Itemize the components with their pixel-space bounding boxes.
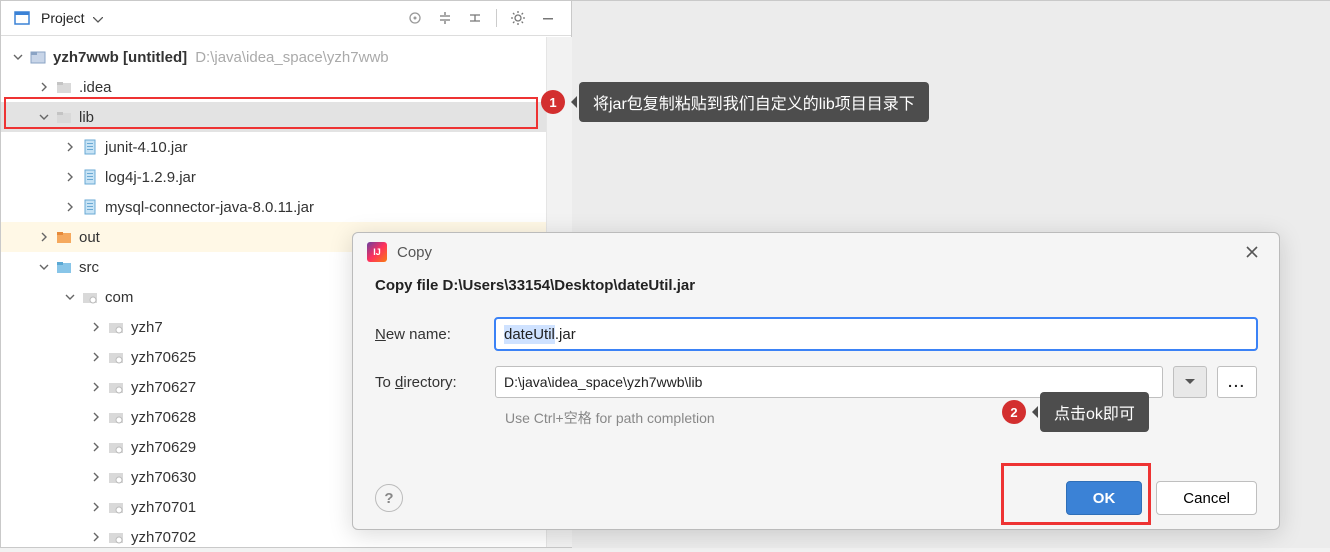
chevron-right-icon[interactable]	[89, 410, 103, 424]
dialog-titlebar[interactable]: IJ Copy	[353, 233, 1279, 271]
tree-item-jar[interactable]: log4j-1.2.9.jar	[1, 162, 571, 192]
minimize-icon[interactable]	[535, 5, 561, 31]
to-directory-value: D:\java\idea_space\yzh7wwb\lib	[504, 374, 702, 390]
copy-dialog: IJ Copy Copy file D:\Users\33154\Desktop…	[352, 232, 1280, 530]
package-icon	[107, 378, 125, 396]
tree-label: com	[105, 289, 133, 306]
src-folder-icon	[55, 258, 73, 276]
intellij-icon: IJ	[367, 242, 387, 262]
folder-icon	[55, 78, 73, 96]
jar-icon	[81, 168, 99, 186]
callout-tip-2: 点击ok即可	[1040, 392, 1149, 432]
gear-icon[interactable]	[505, 5, 531, 31]
history-dropdown-button[interactable]	[1173, 366, 1207, 398]
chevron-right-icon[interactable]	[37, 230, 51, 244]
package-icon	[107, 348, 125, 366]
package-icon	[107, 528, 125, 546]
tree-item-jar[interactable]: mysql-connector-java-8.0.11.jar	[1, 192, 571, 222]
chevron-down-icon[interactable]	[37, 260, 51, 274]
callout-tip-1: 将jar包复制粘贴到我们自定义的lib项目目录下	[579, 82, 929, 122]
tree-label: yzh70627	[131, 379, 196, 396]
tree-label: .idea	[79, 79, 112, 96]
tree-item-idea[interactable]: .idea	[1, 72, 571, 102]
browse-button[interactable]: ...	[1217, 366, 1257, 398]
package-icon	[107, 318, 125, 336]
new-name-ext: .jar	[555, 326, 576, 343]
tree-label: yzh70629	[131, 439, 196, 456]
project-header: Project	[1, 1, 571, 36]
root-tag: [untitled]	[123, 49, 187, 66]
chevron-right-icon[interactable]	[89, 350, 103, 364]
chevron-right-icon[interactable]	[63, 200, 77, 214]
chevron-right-icon[interactable]	[63, 140, 77, 154]
dialog-title: Copy	[397, 244, 432, 261]
callout-badge-2: 2	[1002, 400, 1026, 424]
out-folder-icon	[55, 228, 73, 246]
tree-label: yzh70702	[131, 529, 196, 546]
package-icon	[107, 468, 125, 486]
chevron-right-icon[interactable]	[89, 440, 103, 454]
jar-icon	[81, 138, 99, 156]
tree-label: junit-4.10.jar	[105, 139, 188, 156]
folder-icon	[55, 108, 73, 126]
chevron-right-icon[interactable]	[89, 500, 103, 514]
chevron-down-icon[interactable]	[37, 110, 51, 124]
tree-label: mysql-connector-java-8.0.11.jar	[105, 199, 314, 216]
chevron-right-icon[interactable]	[63, 170, 77, 184]
package-icon	[107, 438, 125, 456]
callout-badge-1: 1	[541, 90, 565, 114]
package-icon	[81, 288, 99, 306]
tree-item-lib[interactable]: lib	[1, 102, 571, 132]
tree-label: yzh70630	[131, 469, 196, 486]
new-name-input[interactable]: dateUtil.jar	[495, 318, 1257, 350]
collapse-all-icon[interactable]	[462, 5, 488, 31]
tree-label: yzh70701	[131, 499, 196, 516]
package-icon	[107, 408, 125, 426]
tree-label: yzh7	[131, 319, 163, 336]
project-title[interactable]: Project	[5, 9, 111, 27]
root-path: D:\java\idea_space\yzh7wwb	[195, 49, 388, 66]
new-name-label: New name:	[375, 326, 495, 343]
tree-label: yzh70628	[131, 409, 196, 426]
cancel-button[interactable]: Cancel	[1156, 481, 1257, 515]
chevron-down-icon[interactable]	[63, 290, 77, 304]
module-icon	[29, 48, 47, 66]
chevron-right-icon[interactable]	[89, 380, 103, 394]
tree-label: yzh70625	[131, 349, 196, 366]
callout-1: 1 将jar包复制粘贴到我们自定义的lib项目目录下	[541, 82, 929, 122]
jar-icon	[81, 198, 99, 216]
tree-label: lib	[79, 109, 94, 126]
ok-button[interactable]: OK	[1066, 481, 1143, 515]
locate-icon[interactable]	[402, 5, 428, 31]
to-directory-label: To directory:	[375, 374, 495, 391]
expand-all-icon[interactable]	[432, 5, 458, 31]
tree-item-jar[interactable]: junit-4.10.jar	[1, 132, 571, 162]
tree-root[interactable]: yzh7wwb [untitled] D:\java\idea_space\yz…	[1, 42, 571, 72]
package-icon	[107, 498, 125, 516]
new-name-selection: dateUtil	[504, 325, 555, 344]
tree-label: log4j-1.2.9.jar	[105, 169, 196, 186]
chevron-right-icon[interactable]	[89, 470, 103, 484]
chevron-right-icon[interactable]	[89, 530, 103, 544]
chevron-down-icon[interactable]	[11, 50, 25, 64]
callout-2: 2 点击ok即可	[1002, 392, 1149, 432]
project-icon	[13, 9, 31, 27]
close-icon[interactable]	[1239, 239, 1265, 265]
project-title-text: Project	[41, 10, 85, 26]
dialog-heading: Copy file D:\Users\33154\Desktop\dateUti…	[375, 277, 1257, 294]
chevron-right-icon[interactable]	[89, 320, 103, 334]
root-name: yzh7wwb	[53, 49, 119, 66]
tree-label: src	[79, 259, 99, 276]
chevron-down-icon	[93, 10, 103, 26]
chevron-right-icon[interactable]	[37, 80, 51, 94]
help-button[interactable]: ?	[375, 484, 403, 512]
tree-label: out	[79, 229, 100, 246]
